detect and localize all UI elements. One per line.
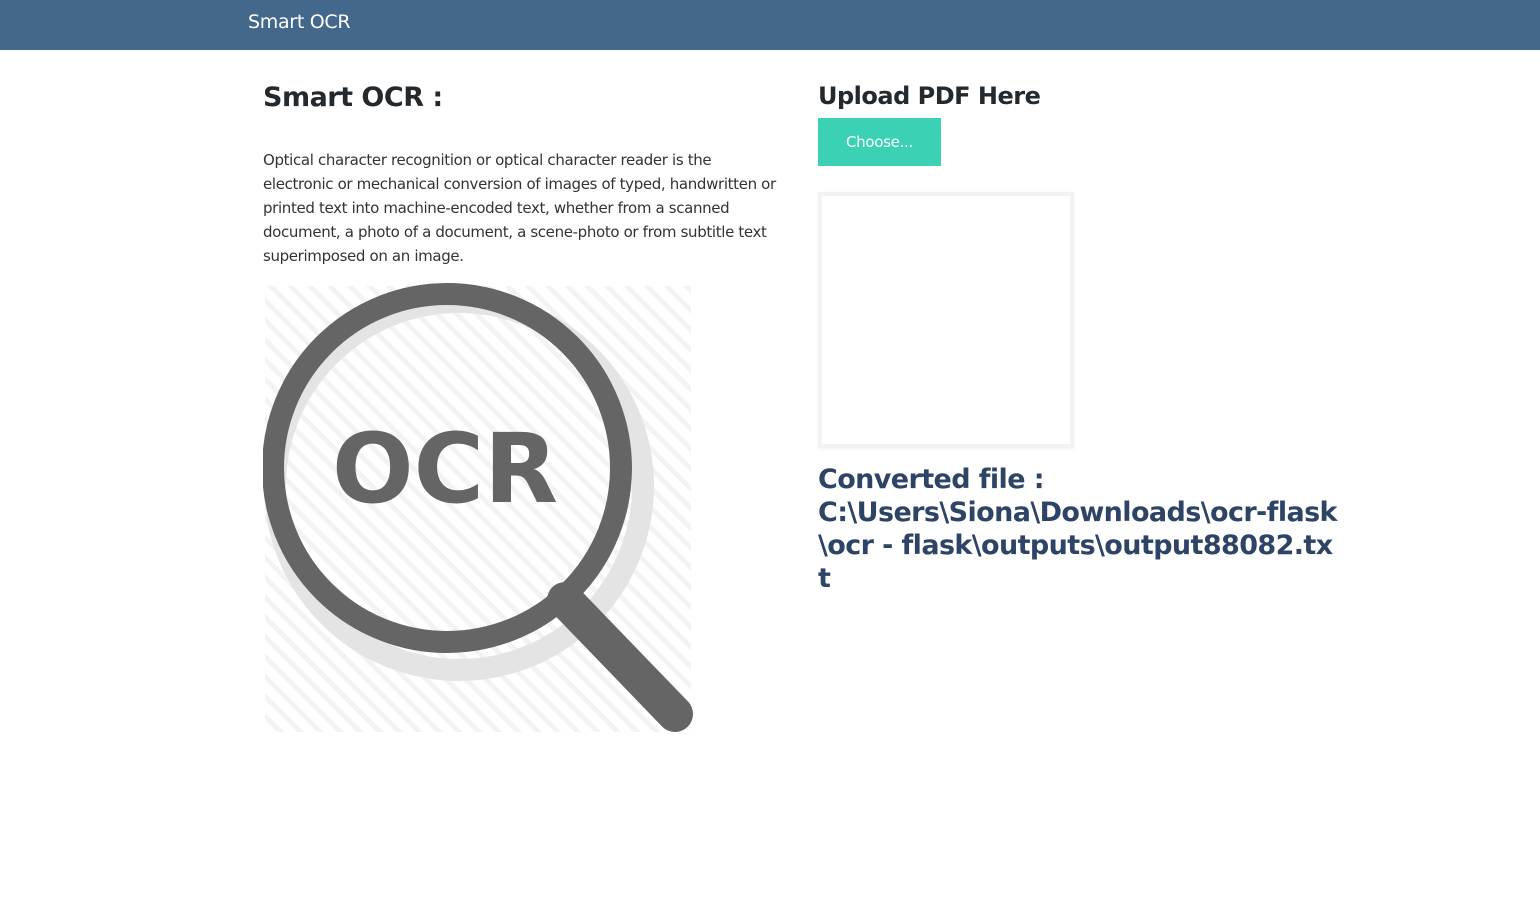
choose-file-button[interactable]: Choose... (818, 118, 941, 166)
page-title: Smart OCR : (263, 82, 443, 113)
navbar: Smart OCR (0, 0, 1540, 50)
ocr-description: Optical character recognition or optical… (263, 151, 776, 265)
ocr-text: OCR (332, 413, 558, 525)
upload-heading: Upload PDF Here (818, 82, 1041, 110)
upload-section: Upload PDF Here Choose... Converted file… (818, 82, 1338, 594)
converted-path: C:\Users\Siona\Downloads\ocr-flask\ocr -… (818, 497, 1338, 594)
converted-label: Converted file : (818, 464, 1045, 495)
navbar-brand[interactable]: Smart OCR (248, 11, 351, 33)
intro-section: Smart OCR : Optical character recognitio… (263, 82, 783, 265)
ocr-magnifier-icon: OCR (263, 283, 693, 732)
converted-file: Converted file : C:\Users\Siona\Download… (818, 463, 1338, 595)
preview-box (818, 192, 1074, 448)
